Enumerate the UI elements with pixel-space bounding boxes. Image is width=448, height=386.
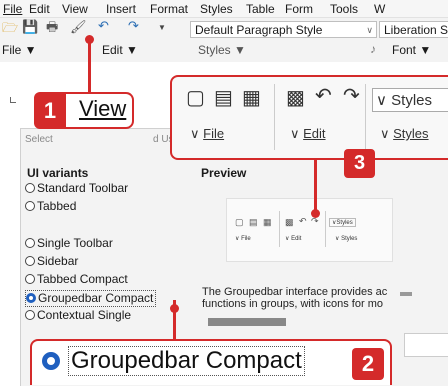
- preview-undo-icon: ↶: [299, 216, 307, 226]
- radio-single-toolbar[interactable]: Single Toolbar: [25, 236, 113, 251]
- zoom-file-group[interactable]: ∨ File: [190, 126, 224, 142]
- zoom-redo-icon[interactable]: ↷: [343, 83, 360, 108]
- file-group-label[interactable]: File ▼: [2, 43, 37, 57]
- preview-save-icon: ▤: [249, 217, 258, 227]
- undo-icon[interactable]: ↶: [98, 19, 109, 33]
- preview-divider: [279, 211, 280, 247]
- zoom-clipboard-icon[interactable]: ▩: [286, 85, 305, 110]
- callout1-leader: [88, 38, 91, 98]
- callout1-dot: [85, 35, 94, 44]
- menu-window[interactable]: W: [374, 2, 385, 16]
- preview-divider: [325, 211, 326, 247]
- font-name-value: Liberation S: [384, 23, 448, 37]
- menu-form[interactable]: Form: [285, 2, 313, 16]
- font-group-label[interactable]: Font ▼: [392, 43, 431, 57]
- zoom-folder-icon[interactable]: ▢: [186, 85, 205, 110]
- variant-description: The Groupedbar interface provides ac fun…: [202, 286, 388, 310]
- menu-edit[interactable]: Edit: [29, 2, 50, 16]
- radio-tabbed[interactable]: Tabbed: [25, 199, 76, 214]
- preview-file-label: ∨ File: [235, 236, 251, 242]
- print-icon[interactable]: 🖶: [46, 20, 58, 34]
- open-folder-icon[interactable]: 🗁: [2, 21, 18, 35]
- save-icon[interactable]: 💾: [22, 20, 38, 34]
- preview-edit-label: ∨ Edit: [285, 236, 302, 242]
- preview-styles-combo: ∨Styles: [329, 218, 356, 227]
- ui-variants-heading: UI variants: [27, 166, 89, 180]
- radio-contextual-single[interactable]: Contextual Single: [25, 308, 131, 323]
- zoom-edit-group[interactable]: ∨ Edit: [290, 126, 326, 142]
- redo-icon[interactable]: ↷: [128, 19, 139, 33]
- preview-heading: Preview: [201, 166, 247, 180]
- callout3-badge: 3: [344, 149, 375, 178]
- callout3-leader: [314, 160, 317, 213]
- callout2-badge: 2: [352, 348, 384, 380]
- radio-groupedbar-compact[interactable]: Groupedbar Compact: [25, 290, 157, 307]
- zoom-styles-group[interactable]: ∨ Styles: [380, 126, 429, 142]
- preview-folder-icon: ▢: [235, 217, 244, 227]
- menu-file[interactable]: File: [3, 2, 22, 16]
- radio-circle-selected: [26, 293, 36, 303]
- radio-circle: [25, 201, 35, 211]
- callout1-badge: 1: [34, 92, 66, 129]
- radio-circle: [25, 274, 35, 284]
- radio-tabbed-compact[interactable]: Tabbed Compact: [25, 272, 128, 287]
- preview-thumbnail: ▢ ▤ ▦ ▩ ↶ ↷ ∨Styles ∨ File ∨ Edit ∨ Styl…: [226, 198, 393, 262]
- preview-clipboard-icon: ▩: [285, 217, 294, 227]
- zoom-save-icon[interactable]: ▤: [214, 85, 233, 110]
- chevron-down-icon: ∨: [366, 25, 373, 35]
- menu-view[interactable]: View: [62, 2, 88, 16]
- style-icon[interactable]: ♪: [370, 42, 376, 56]
- paragraph-style-combo[interactable]: Default Paragraph Style ∨: [190, 21, 377, 38]
- dialog-title-fragment: Select: [25, 134, 53, 145]
- callout2-label: Groupedbar Compact: [68, 346, 305, 376]
- menu-table[interactable]: Table: [246, 2, 275, 16]
- preview-print-icon: ▦: [263, 217, 272, 227]
- menu-format[interactable]: Format: [150, 2, 188, 16]
- menu-tools[interactable]: Tools: [330, 2, 358, 16]
- dialog-field[interactable]: [404, 333, 448, 357]
- radio-standard-toolbar[interactable]: Standard Toolbar: [25, 181, 128, 196]
- font-name-combo[interactable]: Liberation S: [379, 21, 448, 38]
- menu-insert[interactable]: Insert: [106, 2, 136, 16]
- edit-group-label[interactable]: Edit ▼: [102, 43, 138, 57]
- paragraph-style-value: Default Paragraph Style: [195, 23, 323, 37]
- zoom-styles-combo-text: ∨ Styles: [376, 92, 433, 109]
- radio-circle: [25, 256, 35, 266]
- callout3-dot: [311, 209, 320, 218]
- styles-group-label[interactable]: Styles ▼: [198, 43, 246, 57]
- radio-sidebar[interactable]: Sidebar: [25, 254, 78, 269]
- placeholder-bar: [208, 318, 286, 326]
- radio-circle: [25, 310, 35, 320]
- corner-marker: [10, 97, 16, 103]
- menu-styles[interactable]: Styles: [200, 2, 233, 16]
- callout2-dot: [170, 304, 179, 313]
- zoom-divider: [365, 84, 366, 150]
- zoom-styles-combo[interactable]: ∨ Styles: [372, 88, 448, 112]
- toolbar: 🗁 💾 🖶 🖌 ↶ ↷ ▼ Default Paragraph Style ∨ …: [0, 18, 448, 103]
- radio-selected-icon: [42, 352, 60, 370]
- scroll-indicator: [400, 292, 412, 296]
- radio-circle: [25, 238, 35, 248]
- callout1-label: View: [79, 96, 127, 121]
- clone-icon[interactable]: 🖌: [70, 20, 87, 34]
- preview-styles-label: ∨ Styles: [335, 236, 358, 242]
- dropdown-icon[interactable]: ▼: [158, 21, 166, 35]
- radio-circle: [25, 183, 35, 193]
- zoom-undo-icon[interactable]: ↶: [315, 83, 332, 108]
- menubar: File Edit View Insert Format Styles Tabl…: [0, 0, 448, 18]
- zoom-print-icon[interactable]: ▦: [242, 85, 261, 110]
- zoom-divider: [274, 84, 275, 150]
